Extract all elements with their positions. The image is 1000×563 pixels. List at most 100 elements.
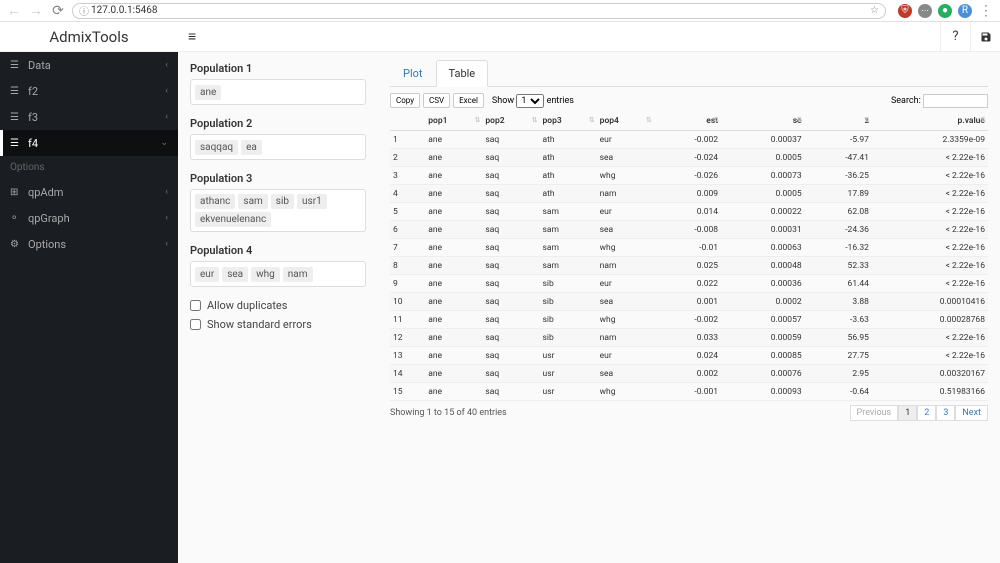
allow-duplicates-row[interactable]: Allow duplicates: [190, 299, 366, 312]
info-icon: ⓘ: [79, 3, 89, 18]
browser-chrome: ← → ⟳ ⓘ 127.0.0.1:5468 ☆ ⛨ ⋯ ● R ⋮: [0, 0, 1000, 22]
population-label: Population 3: [190, 172, 366, 185]
population-2-group: Population 2saqqaqea: [190, 117, 366, 160]
population-tag[interactable]: ekvenuelenanc: [195, 212, 271, 227]
table-cell: 0.024: [654, 347, 721, 365]
table-cell: < 2.22e-16: [872, 185, 988, 203]
column-header-p.value[interactable]: p.value: [872, 112, 988, 131]
nav-reload[interactable]: ⟳: [50, 3, 66, 19]
population-tag[interactable]: ane: [195, 85, 221, 100]
url-bar[interactable]: ⓘ 127.0.0.1:5468 ☆: [72, 3, 886, 19]
page-1[interactable]: 1: [898, 405, 917, 421]
save-button[interactable]: [970, 22, 1000, 52]
datatable-footer: Showing 1 to 15 of 40 entries Previous12…: [390, 405, 988, 421]
show-se-row[interactable]: Show standard errors: [190, 318, 366, 331]
table-cell: saq: [482, 311, 539, 329]
population-tag[interactable]: sam: [238, 194, 267, 209]
csv-button[interactable]: CSV: [423, 93, 450, 108]
population-input[interactable]: ane: [190, 79, 366, 105]
ext-icon-translate[interactable]: ⋯: [918, 4, 932, 18]
ext-icon-shield[interactable]: ⛨: [898, 4, 912, 18]
ext-icon-green[interactable]: ●: [938, 4, 952, 18]
allow-duplicates-checkbox[interactable]: [190, 300, 201, 311]
profile-avatar[interactable]: R: [958, 4, 972, 18]
show-se-checkbox[interactable]: [190, 319, 201, 330]
sidebar-item-f2[interactable]: ☰f2‹: [0, 78, 178, 104]
population-1-group: Population 1ane: [190, 62, 366, 105]
table-cell: sib: [540, 293, 597, 311]
sidebar-toggle-icon[interactable]: ≡: [178, 28, 206, 45]
nav-back[interactable]: ←: [6, 3, 22, 19]
show-post: entries: [547, 96, 574, 106]
search-input[interactable]: [923, 94, 988, 108]
table-row: 4anesaqathnam0.0090.000517.89< 2.22e-16: [390, 185, 988, 203]
sidebar-item-qpgraph[interactable]: ⚬qpGraph‹: [0, 205, 178, 231]
population-tag[interactable]: whg: [251, 267, 280, 282]
table-cell: ane: [425, 167, 482, 185]
help-button[interactable]: ?: [940, 22, 970, 52]
copy-button[interactable]: Copy: [390, 93, 420, 108]
population-tag[interactable]: sib: [271, 194, 294, 209]
table-cell: -47.41: [805, 149, 872, 167]
star-icon[interactable]: ☆: [870, 5, 879, 16]
list-icon: ☰: [10, 112, 28, 123]
table-cell: sea: [597, 149, 654, 167]
sidebar-item-options[interactable]: ⚙Options‹: [0, 231, 178, 257]
show-entries-select[interactable]: 15: [516, 94, 544, 108]
table-cell: sea: [597, 221, 654, 239]
table-row: 11anesaqsibwhg-0.0020.00057-3.630.000287…: [390, 311, 988, 329]
allow-duplicates-label: Allow duplicates: [207, 299, 287, 312]
table-cell: 0.00057: [721, 311, 805, 329]
column-header-z[interactable]: z: [805, 112, 872, 131]
sidebar-item-label: f3: [28, 111, 165, 124]
sidebar-item-f3[interactable]: ☰f3‹: [0, 104, 178, 130]
table-cell: 4: [390, 185, 425, 203]
sidebar-item-f4[interactable]: ☰f4⌄: [0, 130, 178, 156]
page-2[interactable]: 2: [917, 405, 936, 421]
browser-menu[interactable]: ⋮: [978, 3, 994, 19]
table-cell: nam: [597, 257, 654, 275]
table-cell: ane: [425, 239, 482, 257]
tab-plot[interactable]: Plot: [390, 60, 436, 87]
population-tag[interactable]: eur: [195, 267, 219, 282]
table-cell: < 2.22e-16: [872, 221, 988, 239]
excel-button[interactable]: Excel: [453, 93, 484, 108]
population-tag[interactable]: nam: [283, 267, 313, 282]
column-header-pop2[interactable]: pop2: [482, 112, 539, 131]
population-tag[interactable]: usr1: [297, 194, 327, 209]
column-header-index[interactable]: [390, 112, 425, 131]
population-tag[interactable]: athanc: [195, 194, 235, 209]
table-cell: saq: [482, 347, 539, 365]
column-header-pop1[interactable]: pop1: [425, 112, 482, 131]
population-input[interactable]: saqqaqea: [190, 134, 366, 160]
table-cell: 0.00085: [721, 347, 805, 365]
table-cell: ane: [425, 221, 482, 239]
save-icon: [980, 31, 992, 43]
column-header-est[interactable]: est: [654, 112, 721, 131]
sidebar-item-data[interactable]: ☰Data‹: [0, 52, 178, 78]
population-tag[interactable]: ea: [241, 140, 262, 155]
chevron-icon: ‹: [165, 60, 168, 70]
page-next[interactable]: Next: [955, 405, 988, 421]
sidebar-item-qpadm[interactable]: ⊞qpAdm‹: [0, 179, 178, 205]
table-cell: saq: [482, 329, 539, 347]
population-tag[interactable]: sea: [222, 267, 248, 282]
column-header-se[interactable]: se: [721, 112, 805, 131]
table-cell: saq: [482, 167, 539, 185]
nav-forward[interactable]: →: [28, 3, 44, 19]
population-input[interactable]: athancsamsibusr1 ekvenuelenanc: [190, 189, 366, 232]
column-header-pop4[interactable]: pop4: [597, 112, 654, 131]
table-cell: eur: [597, 347, 654, 365]
page-3[interactable]: 3: [936, 405, 955, 421]
table-cell: 52.33: [805, 257, 872, 275]
table-cell: < 2.22e-16: [872, 275, 988, 293]
population-tag[interactable]: saqqaq: [195, 140, 238, 155]
extension-icons: ⛨ ⋯ ● R ⋮: [898, 3, 994, 19]
table-cell: whg: [597, 167, 654, 185]
column-header-pop3[interactable]: pop3: [540, 112, 597, 131]
tab-table[interactable]: Table: [436, 60, 489, 87]
page-previous[interactable]: Previous: [850, 405, 899, 421]
table-cell: 8: [390, 257, 425, 275]
population-input[interactable]: eurseawhgnam: [190, 261, 366, 287]
table-row: 14anesaqusrsea0.0020.000762.950.00320167: [390, 365, 988, 383]
